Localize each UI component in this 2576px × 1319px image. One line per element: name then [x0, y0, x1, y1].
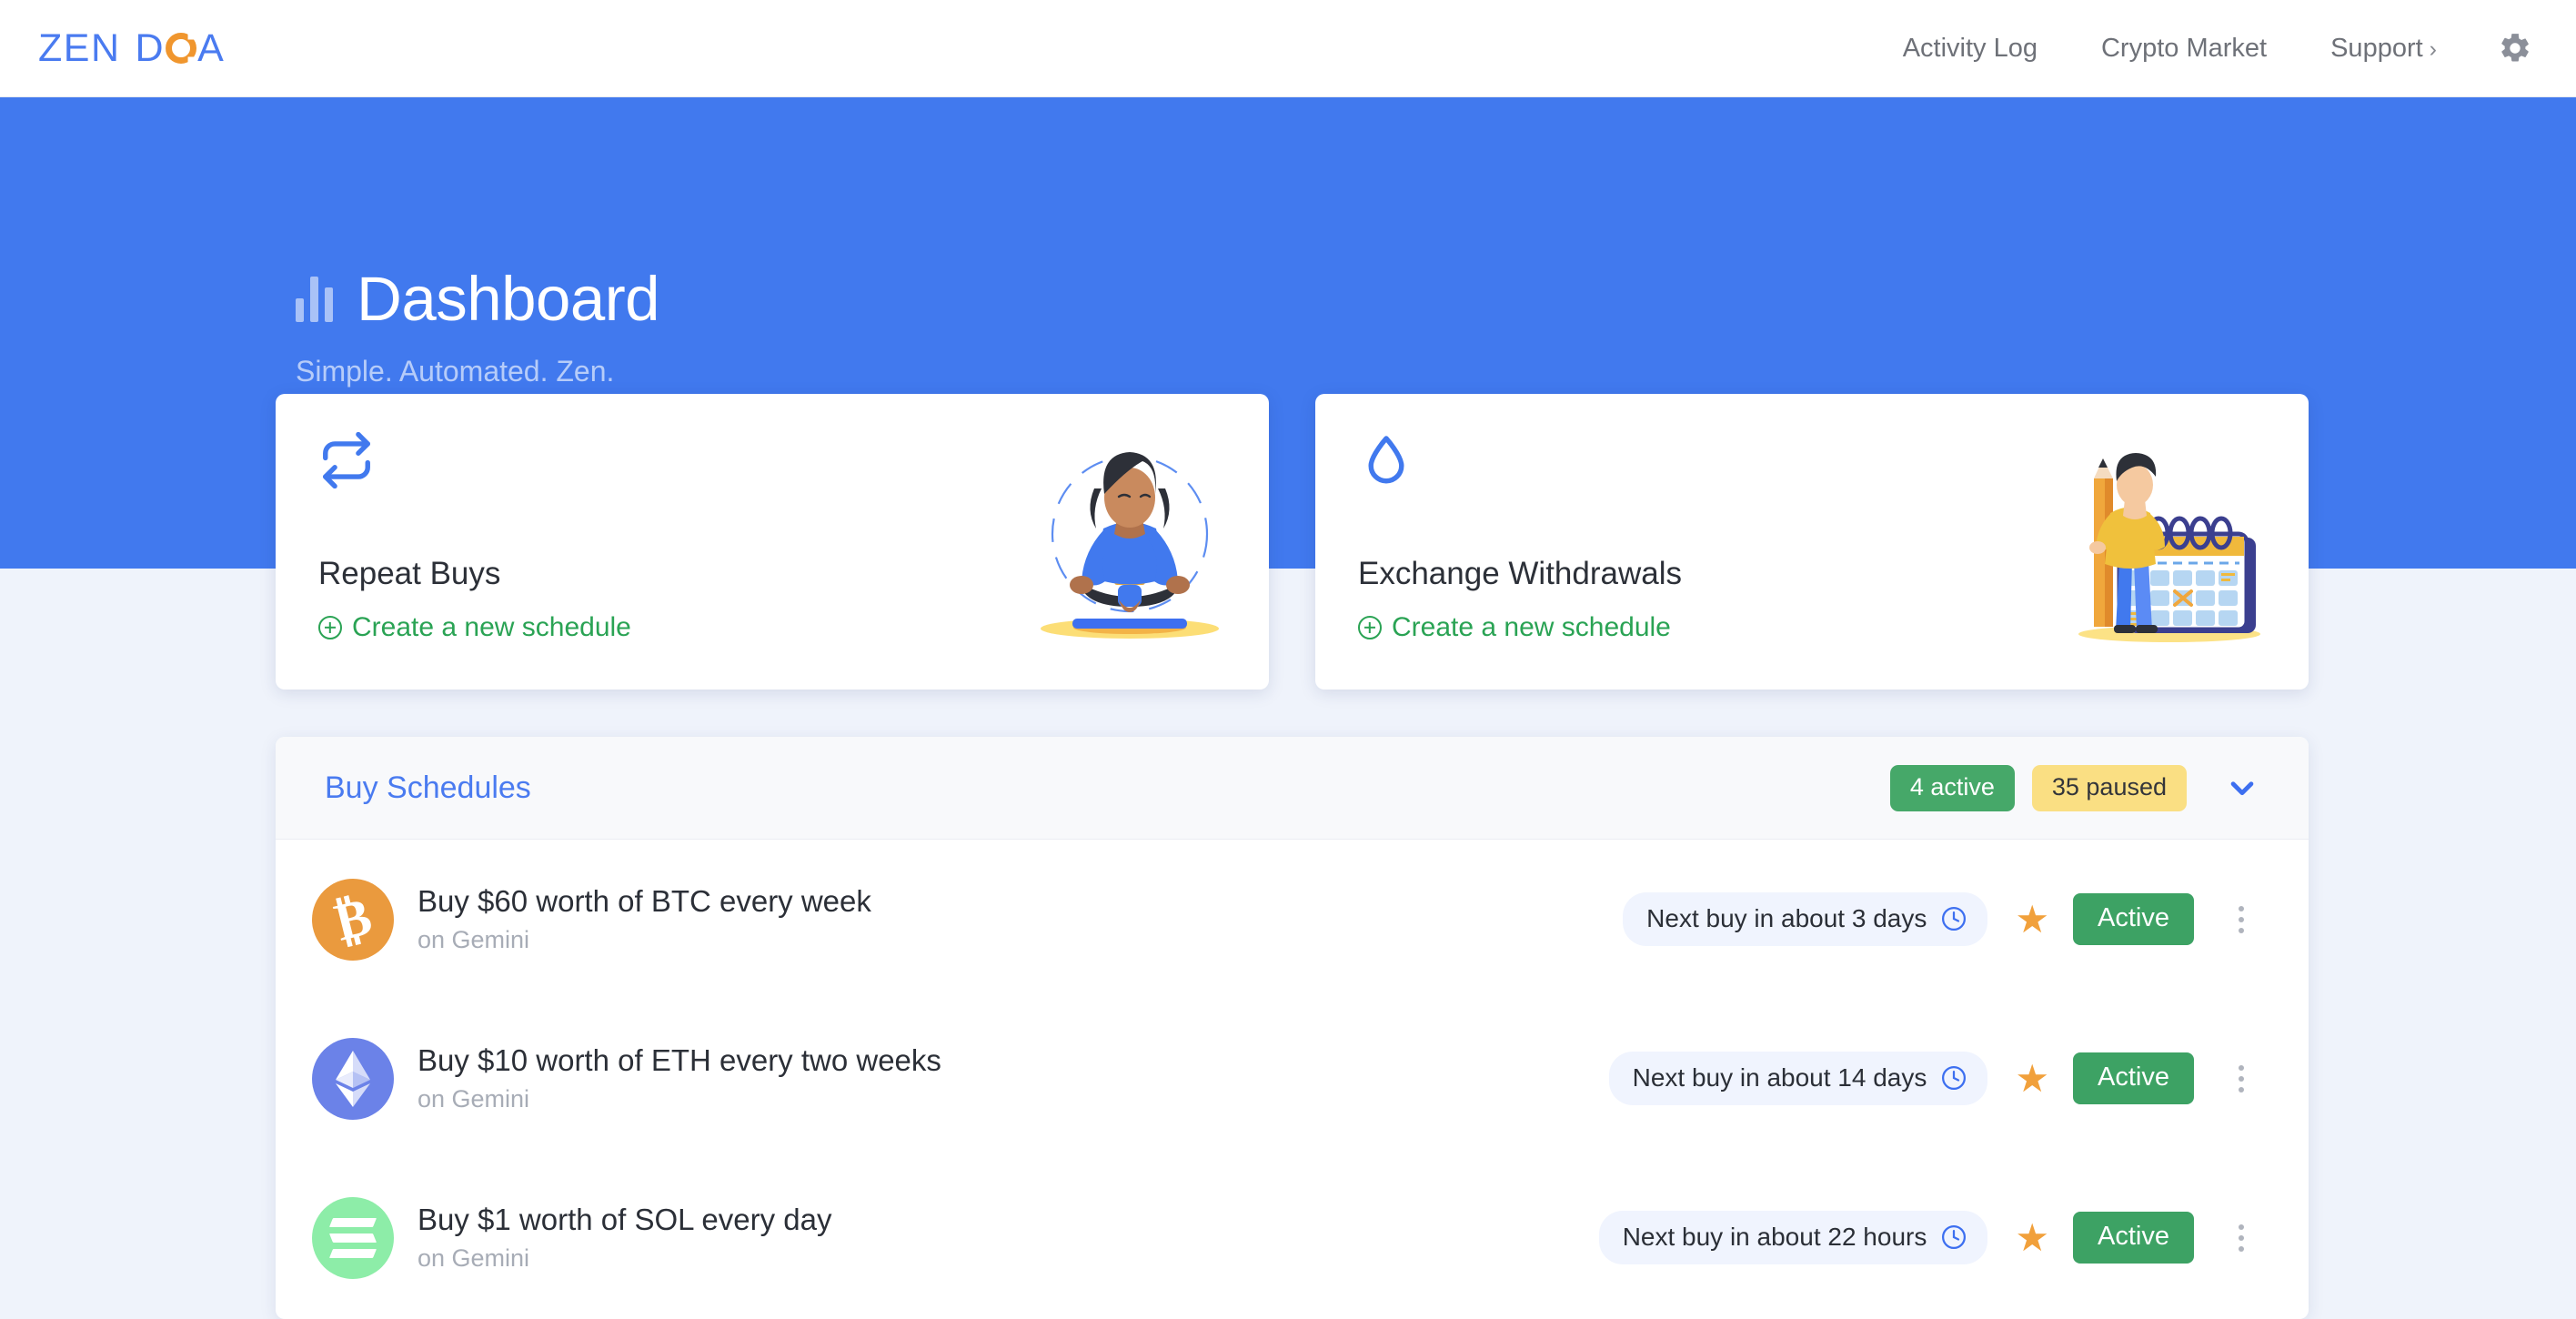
row-menu-button[interactable]	[2223, 1057, 2259, 1101]
clock-icon	[1942, 907, 1967, 931]
nav-item-support[interactable]: Support ›	[2299, 34, 2469, 64]
schedule-title: Buy $1 worth of SOL every day	[418, 1203, 832, 1236]
nav-item-activity-log[interactable]: Activity Log	[1871, 34, 2069, 64]
schedule-text: Buy $60 worth of BTC every week on Gemin…	[418, 884, 871, 954]
logo-text-zen: ZEN	[38, 25, 121, 70]
buy-schedules-panel: Buy Schedules 4 active 35 paused ₿ Buy $…	[276, 737, 2309, 1319]
table-row[interactable]: Buy $10 worth of ETH every two weeks on …	[276, 999, 2309, 1158]
ethereum-symbol	[336, 1050, 370, 1107]
chevron-down-icon	[2230, 781, 2254, 796]
sol-coin-icon	[312, 1196, 394, 1279]
next-buy-label: Next buy in about 22 hours	[1622, 1223, 1927, 1251]
row-actions: Next buy in about 3 days ★ Active	[1623, 892, 2259, 946]
paused-count-badge: 35 paused	[2031, 764, 2187, 811]
nav-label: Support	[2330, 33, 2423, 63]
main-nav: Activity Log Crypto Market Support ›	[1871, 31, 2576, 65]
page-title-group: Dashboard	[296, 263, 660, 335]
panel-header-actions: 4 active 35 paused	[1889, 764, 2259, 811]
clock-icon	[1942, 1225, 1967, 1249]
droplet-icon	[1358, 432, 1414, 493]
nav-label: Crypto Market	[2100, 33, 2268, 63]
create-schedule-label: Create a new schedule	[1392, 612, 1671, 642]
settings-button[interactable]	[2498, 31, 2532, 65]
schedule-title: Buy $60 worth of BTC every week	[418, 884, 871, 918]
schedule-text: Buy $1 worth of SOL every day on Gemini	[418, 1203, 832, 1273]
status-badge[interactable]: Active	[2073, 1212, 2194, 1264]
schedule-exchange: on Gemini	[418, 926, 530, 953]
nav-label: Activity Log	[1902, 33, 2038, 63]
logo-text-a: A	[197, 25, 226, 70]
schedule-text: Buy $10 worth of ETH every two weeks on …	[418, 1043, 941, 1113]
collapse-panel-button[interactable]	[2225, 770, 2259, 805]
plus-circle-icon	[318, 616, 342, 639]
row-actions: Next buy in about 14 days ★ Active	[1608, 1052, 2259, 1105]
next-buy-pill: Next buy in about 3 days	[1623, 892, 1988, 946]
create-schedule-label: Create a new schedule	[352, 612, 631, 642]
clock-icon	[1942, 1066, 1967, 1090]
page-subtitle: Simple. Automated. Zen.	[296, 355, 615, 388]
top-navigation-bar: ZEN D A Activity Log Crypto Market Suppo…	[0, 0, 2576, 97]
row-actions: Next buy in about 22 hours ★ Active	[1598, 1211, 2259, 1264]
schedule-exchange: on Gemini	[418, 1244, 530, 1272]
btc-coin-icon: ₿	[312, 878, 394, 961]
chevron-right-icon: ›	[2429, 35, 2437, 62]
bitcoin-symbol: ₿	[328, 885, 377, 952]
logo-ring-icon	[166, 33, 196, 64]
plus-circle-icon	[1358, 616, 1382, 639]
schedule-exchange: on Gemini	[418, 1085, 530, 1113]
schedule-title: Buy $10 worth of ETH every two weeks	[418, 1043, 941, 1077]
bar-chart-icon	[296, 276, 333, 322]
row-menu-button[interactable]	[2223, 1216, 2259, 1260]
card-title: Repeat Buys	[318, 556, 501, 591]
next-buy-label: Next buy in about 14 days	[1632, 1063, 1927, 1092]
page-title: Dashboard	[357, 264, 660, 334]
status-badge[interactable]: Active	[2073, 893, 2194, 945]
card-title: Exchange Withdrawals	[1358, 556, 1682, 591]
buy-schedules-header: Buy Schedules 4 active 35 paused	[276, 737, 2309, 840]
active-count-badge: 4 active	[1889, 764, 2015, 811]
logo-text-d: D	[135, 25, 166, 70]
create-schedule-link-exchange-withdrawals[interactable]: Create a new schedule	[1358, 612, 1671, 643]
favorite-star-icon[interactable]: ★	[2015, 900, 2049, 939]
man-with-pencil-calendar-illustration	[2056, 427, 2283, 659]
next-buy-pill: Next buy in about 22 hours	[1598, 1211, 1988, 1264]
next-buy-label: Next buy in about 3 days	[1646, 904, 1927, 932]
nav-item-crypto-market[interactable]: Crypto Market	[2069, 34, 2299, 64]
app-logo[interactable]: ZEN D A	[38, 26, 225, 71]
card-exchange-withdrawals[interactable]: Exchange Withdrawals Create a new schedu…	[1315, 394, 2309, 690]
favorite-star-icon[interactable]: ★	[2015, 1218, 2049, 1257]
eth-coin-icon	[312, 1037, 394, 1120]
solana-symbol	[328, 1217, 377, 1258]
table-row[interactable]: ₿ Buy $60 worth of BTC every week on Gem…	[276, 840, 2309, 999]
repeat-icon	[318, 431, 375, 493]
panel-title[interactable]: Buy Schedules	[325, 770, 531, 806]
card-repeat-buys[interactable]: Repeat Buys Create a new schedule	[276, 394, 1269, 690]
next-buy-pill: Next buy in about 14 days	[1608, 1052, 1988, 1105]
create-schedule-link-repeat-buys[interactable]: Create a new schedule	[318, 612, 631, 643]
meditating-woman-illustration	[1016, 427, 1243, 659]
gear-icon	[2501, 34, 2529, 62]
status-badge[interactable]: Active	[2073, 1052, 2194, 1104]
feature-cards: Repeat Buys Create a new schedule Exchan…	[276, 394, 2309, 690]
favorite-star-icon[interactable]: ★	[2015, 1059, 2049, 1098]
row-menu-button[interactable]	[2223, 898, 2259, 941]
table-row[interactable]: Buy $1 worth of SOL every day on Gemini …	[276, 1158, 2309, 1317]
